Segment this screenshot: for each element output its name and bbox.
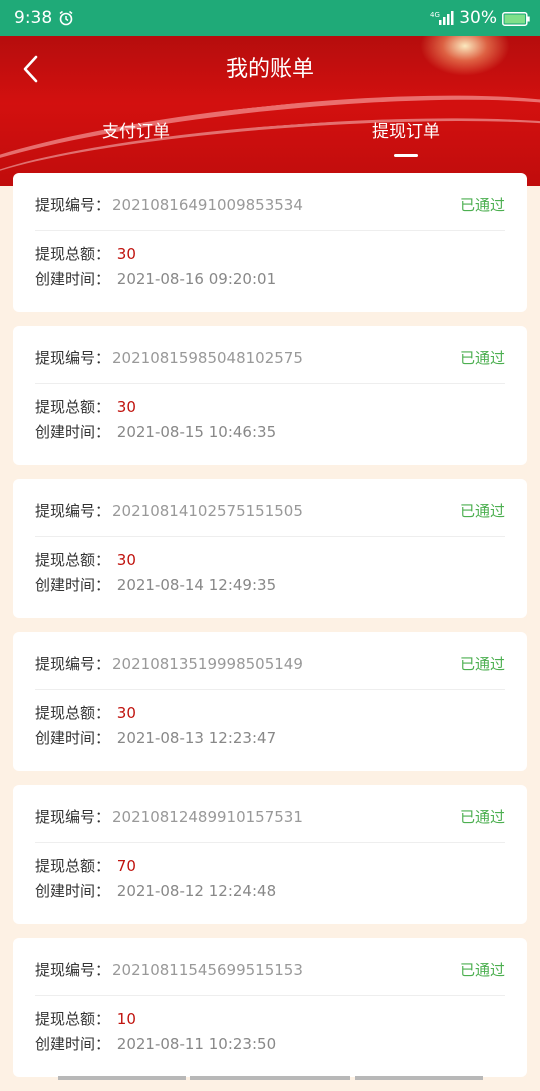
order-no-label: 提现编号： <box>35 808 111 826</box>
created-label: 创建时间： <box>35 270 111 288</box>
created-time: 2021-08-15 10:46:35 <box>116 423 277 441</box>
amount-label: 提现总额： <box>35 398 111 416</box>
tab-pay-orders[interactable]: 支付订单 <box>102 120 170 144</box>
amount-label: 提现总额： <box>35 245 111 263</box>
order-no-label: 提现编号： <box>35 196 111 214</box>
created-label: 创建时间： <box>35 576 111 594</box>
clock-time: 9:38 <box>14 8 53 28</box>
order-card[interactable]: 提现编号： 20210811545699515153 已通过 提现总额： 10 … <box>13 938 527 1077</box>
status-bar: 9:38 4G 30% <box>0 0 540 36</box>
amount-label: 提现总额： <box>35 551 111 569</box>
divider <box>35 230 505 231</box>
order-no-value: 20210815985048102575 <box>112 349 303 367</box>
amount-label: 提现总额： <box>35 857 111 875</box>
created-time: 2021-08-12 12:24:48 <box>116 882 277 900</box>
created-time: 2021-08-11 10:23:50 <box>116 1035 277 1053</box>
divider <box>35 536 505 537</box>
created-label: 创建时间： <box>35 882 111 900</box>
battery-percent: 30% <box>459 8 497 28</box>
order-no-label: 提现编号： <box>35 961 111 979</box>
created-label: 创建时间： <box>35 423 111 441</box>
created-time: 2021-08-14 12:49:35 <box>116 576 277 594</box>
status-right: 4G 30% <box>430 8 530 28</box>
order-no-value: 20210816491009853534 <box>112 196 303 214</box>
created-time: 2021-08-13 12:23:47 <box>116 729 277 747</box>
divider <box>35 842 505 843</box>
tab-withdraw-orders[interactable]: 提现订单 <box>372 120 440 144</box>
battery-icon <box>502 11 530 26</box>
order-no-value: 20210814102575151505 <box>112 502 303 520</box>
status-badge: 已通过 <box>459 808 505 826</box>
amount-value: 30 <box>116 398 136 416</box>
divider <box>35 995 505 996</box>
order-card[interactable]: 提现编号： 20210815985048102575 已通过 提现总额： 30 … <box>13 326 527 465</box>
order-card[interactable]: 提现编号： 20210814102575151505 已通过 提现总额： 30 … <box>13 479 527 618</box>
order-no-label: 提现编号： <box>35 655 111 673</box>
order-no-label: 提现编号： <box>35 502 111 520</box>
order-card[interactable]: 提现编号： 20210816491009853534 已通过 提现总额： 30 … <box>13 173 527 312</box>
order-no-value: 20210813519998505149 <box>112 655 303 673</box>
amount-value: 10 <box>116 1010 136 1028</box>
order-no-value: 20210812489910157531 <box>112 808 303 826</box>
svg-text:4G: 4G <box>430 11 440 19</box>
order-card[interactable]: 提现编号： 20210812489910157531 已通过 提现总额： 70 … <box>13 785 527 924</box>
created-time: 2021-08-16 09:20:01 <box>116 270 277 288</box>
divider <box>35 383 505 384</box>
status-badge: 已通过 <box>459 349 505 367</box>
amount-value: 30 <box>116 551 136 569</box>
status-badge: 已通过 <box>459 196 505 214</box>
status-badge: 已通过 <box>459 961 505 979</box>
order-card[interactable]: 提现编号： 20210813519998505149 已通过 提现总额： 30 … <box>13 632 527 771</box>
status-badge: 已通过 <box>459 655 505 673</box>
amount-value: 30 <box>116 704 136 722</box>
created-label: 创建时间： <box>35 729 111 747</box>
page-title: 我的账单 <box>225 57 314 82</box>
alarm-icon <box>58 10 74 26</box>
order-no-value: 20210811545699515153 <box>112 961 303 979</box>
status-badge: 已通过 <box>459 502 505 520</box>
divider <box>35 689 505 690</box>
signal-icon: 4G <box>430 10 454 26</box>
created-label: 创建时间： <box>35 1035 111 1053</box>
amount-label: 提现总额： <box>35 704 111 722</box>
amount-label: 提现总额： <box>35 1010 111 1028</box>
active-tab-indicator <box>394 154 418 157</box>
amount-value: 70 <box>116 857 136 875</box>
header-banner: 我的账单 支付订单 提现订单 <box>0 36 540 186</box>
amount-value: 30 <box>116 245 136 263</box>
withdraw-order-list: 提现编号： 20210816491009853534 已通过 提现总额： 30 … <box>13 173 527 1091</box>
scroll-edge-shadow <box>0 1076 540 1080</box>
status-left: 9:38 <box>14 8 74 28</box>
order-no-label: 提现编号： <box>35 349 111 367</box>
